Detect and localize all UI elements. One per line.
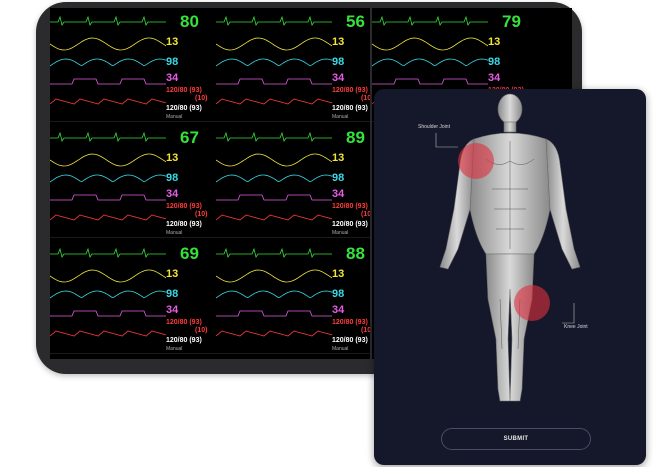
knee-joint-marker[interactable] [514, 285, 550, 321]
cvp-value: (10) [361, 211, 370, 218]
cvp-value: (10) [361, 95, 370, 102]
resp-value: 13 [332, 268, 345, 280]
heart-rate-value: 80 [180, 12, 199, 31]
waveforms [50, 131, 166, 221]
heart-rate-value: 79 [502, 12, 521, 31]
co2-value: 34 [488, 72, 501, 84]
resp-value: 13 [166, 36, 179, 48]
spo2-value: 98 [166, 172, 179, 184]
nibp-value: 120/80 (93) [166, 105, 202, 112]
nibp-value: 120/80 (93) [332, 221, 368, 228]
body-figure [435, 93, 581, 402]
waveforms [216, 247, 332, 337]
spo2-value: 98 [332, 288, 345, 300]
cvp-value: (10) [195, 327, 208, 334]
resp-value: 13 [332, 36, 345, 48]
shoulder-joint-label: Shoulder Joint [418, 124, 450, 130]
nibp-value: 120/80 (93) [332, 337, 368, 344]
co2-value: 34 [332, 72, 345, 84]
nibp-mode: Manual [332, 346, 349, 352]
co2-value: 34 [166, 72, 179, 84]
spo2-value: 98 [488, 56, 501, 68]
waveforms [50, 15, 166, 105]
co2-value: 34 [166, 188, 179, 200]
resp-value: 13 [166, 268, 179, 280]
spo2-value: 98 [166, 56, 179, 68]
co2-value: 34 [332, 188, 345, 200]
patient-monitor-2[interactable]: 67 13 98 34 120/80 (93) (10) 120/80 (93) Manual [50, 124, 216, 238]
body-map-panel: Shoulder Joint Knee Joint SUBMIT [374, 89, 646, 465]
spo2-value: 98 [166, 288, 179, 300]
nibp-mode: Manual [166, 230, 183, 236]
resp-value: 13 [332, 152, 345, 164]
cvp-value: (10) [195, 95, 208, 102]
patient-monitor-3[interactable]: 89139834120/80 (93)(10)120/80 (93)Manual [216, 124, 370, 238]
knee-joint-label: Knee Joint [564, 324, 588, 330]
ibp-value: 120/80 (93) [332, 203, 368, 210]
cvp-value: (10) [195, 211, 208, 218]
patient-monitor-1[interactable]: 56139834120/80 (93)(10)120/80 (93)Manual [216, 8, 370, 122]
heart-rate-value: 67 [180, 128, 199, 147]
ibp-value: 120/80 (93) [166, 87, 202, 94]
heart-rate-value: 88 [346, 244, 365, 263]
ibp-value: 120/80 (93) [166, 203, 202, 210]
spo2-value: 98 [332, 56, 345, 68]
ibp-value: 120/80 (93) [332, 87, 368, 94]
nibp-mode: Manual [166, 346, 183, 352]
resp-value: 13 [166, 152, 179, 164]
cvp-value: (10) [361, 327, 370, 334]
nibp-value: 120/80 (93) [332, 105, 368, 112]
nibp-value: 120/80 (93) [166, 221, 202, 228]
waveforms [50, 247, 166, 337]
patient-monitor-0[interactable]: 80 13 98 34 120/80 (93) (10) 120/80 (93) Manual [50, 8, 216, 122]
spo2-value: 98 [332, 172, 345, 184]
ibp-value: 120/80 (93) [166, 319, 202, 326]
ibp-value: 120/80 (93) [332, 319, 368, 326]
nibp-mode: Manual [332, 114, 349, 120]
heart-rate-value: 69 [180, 244, 199, 263]
submit-button[interactable]: SUBMIT [441, 428, 591, 450]
patient-monitor-5[interactable]: 88139834120/80 (93)(10)120/80 (93)Manual [216, 240, 370, 354]
co2-value: 34 [332, 304, 345, 316]
waveforms [216, 131, 332, 221]
nibp-mode: Manual [166, 114, 183, 120]
waveforms [216, 15, 332, 105]
monitor-grid: 80 13 98 34 120/80 (93) (10) 120/80 (93) Manual… [50, 8, 370, 359]
shoulder-joint-marker[interactable] [458, 143, 494, 179]
nibp-value: 120/80 (93) [166, 337, 202, 344]
heart-rate-value: 89 [346, 128, 365, 147]
co2-value: 34 [166, 304, 179, 316]
resp-value: 13 [488, 36, 501, 48]
patient-monitor-4[interactable]: 69 13 98 34 120/80 (93) (10) 120/80 (93) Manual [50, 240, 216, 354]
nibp-mode: Manual [332, 230, 349, 236]
heart-rate-value: 56 [346, 12, 365, 31]
